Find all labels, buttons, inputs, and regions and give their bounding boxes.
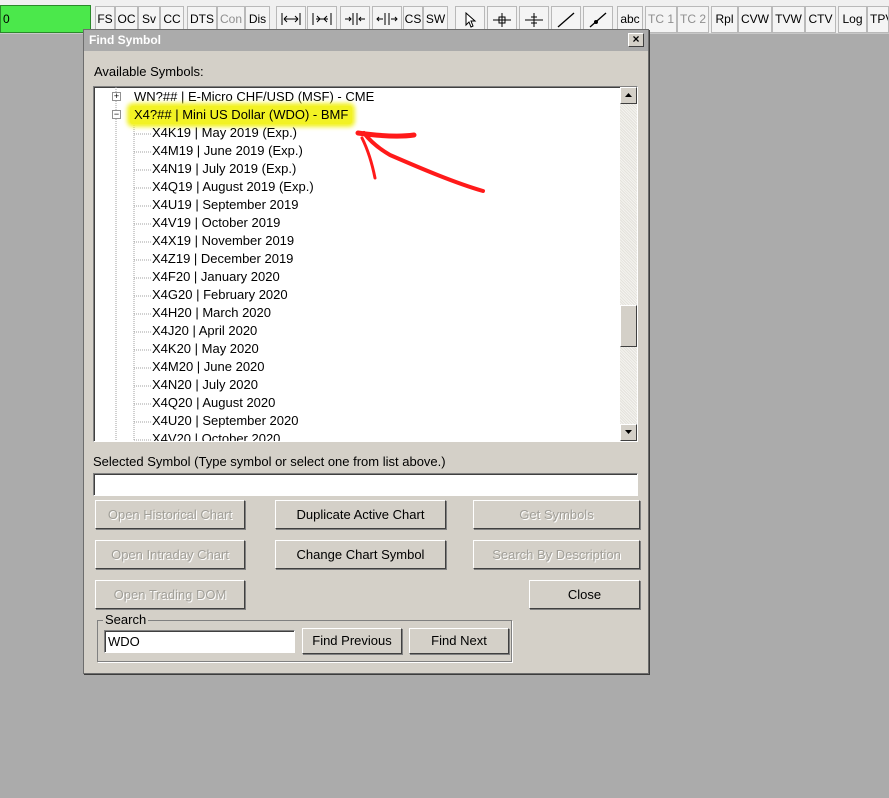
horizontal-expand-icon: [281, 13, 301, 25]
tree-symbol-item[interactable]: X4V20 | October 2020: [152, 430, 280, 441]
tree-symbol-item[interactable]: X4U20 | September 2020: [152, 412, 298, 430]
scroll-up-button[interactable]: [620, 87, 637, 104]
tree-symbol-item[interactable]: X4Q20 | August 2020: [152, 394, 275, 412]
tree-symbol-item[interactable]: X4G20 | February 2020: [152, 286, 288, 304]
open-intraday-chart-button[interactable]: Open Intraday Chart: [95, 540, 245, 569]
symbol-tree[interactable]: + WN?## | E-Micro CHF/USD (MSF) - CME − X4?…: [93, 86, 638, 442]
tvw-button[interactable]: TVW: [772, 6, 805, 33]
tree-group-item[interactable]: WN?## | E-Micro CHF/USD (MSF) - CME: [134, 88, 374, 106]
close-button[interactable]: Close: [529, 580, 640, 609]
rpl-button[interactable]: Rpl: [711, 6, 738, 33]
tc2-button[interactable]: TC 2: [677, 6, 709, 33]
tree-symbol-item[interactable]: X4F20 | January 2020: [152, 268, 280, 286]
available-symbols-label: Available Symbols:: [94, 64, 204, 79]
split-bars-icon: [376, 13, 398, 25]
tree-symbol-item[interactable]: X4K20 | May 2020: [152, 340, 259, 358]
crosshair-alt-icon: [525, 13, 543, 27]
open-trading-dom-button[interactable]: Open Trading DOM: [95, 580, 245, 609]
tree-symbol-item[interactable]: X4M19 | June 2019 (Exp.): [152, 142, 303, 160]
line-tool-icon: [557, 12, 575, 28]
search-group: Search WDO Find Previous Find Next: [97, 612, 512, 662]
tpv-button[interactable]: TPV: [867, 6, 889, 33]
tc1-button[interactable]: TC 1: [645, 6, 677, 33]
tree-symbol-item[interactable]: X4M20 | June 2020: [152, 358, 265, 376]
dialog-title-bar[interactable]: Find Symbol ×: [84, 30, 648, 51]
tree-symbol-item[interactable]: X4J20 | April 2020: [152, 322, 257, 340]
search-input[interactable]: WDO: [104, 630, 295, 653]
symbol-input-field[interactable]: 0: [0, 5, 91, 33]
ctv-button[interactable]: CTV: [805, 6, 836, 33]
selected-symbol-input[interactable]: [93, 473, 638, 496]
horizontal-compress-icon: [312, 13, 332, 25]
dialog-title: Find Symbol: [89, 33, 161, 47]
vertical-scrollbar[interactable]: [620, 87, 637, 441]
tree-expander-icon[interactable]: −: [112, 110, 121, 119]
tree-symbol-item[interactable]: X4U19 | September 2019: [152, 196, 298, 214]
tree-expander-icon[interactable]: +: [112, 92, 121, 101]
selected-symbol-label: Selected Symbol (Type symbol or select o…: [93, 454, 446, 469]
arrow-down-icon: [625, 430, 632, 434]
arrow-up-icon: [625, 93, 632, 97]
tree-symbol-item[interactable]: X4K19 | May 2019 (Exp.): [152, 124, 297, 142]
duplicate-active-chart-button[interactable]: Duplicate Active Chart: [275, 500, 446, 529]
left-right-bars-icon: [345, 13, 365, 25]
tree-symbol-item[interactable]: X4V19 | October 2019: [152, 214, 280, 232]
pointer-arrow-icon: [465, 12, 477, 28]
tree-symbol-item[interactable]: X4H20 | March 2020: [152, 304, 271, 322]
log-button[interactable]: Log: [838, 6, 867, 33]
tree-symbol-item[interactable]: X4X19 | November 2019: [152, 232, 294, 250]
find-previous-button[interactable]: Find Previous: [302, 628, 402, 654]
scroll-down-button[interactable]: [620, 424, 637, 441]
close-icon[interactable]: ×: [628, 33, 644, 47]
tree-symbol-item[interactable]: X4N19 | July 2019 (Exp.): [152, 160, 296, 178]
tree-symbol-item[interactable]: X4Z19 | December 2019: [152, 250, 293, 268]
crosshair-icon: [493, 13, 511, 27]
search-by-description-button[interactable]: Search By Description: [473, 540, 640, 569]
tree-symbol-item[interactable]: X4N20 | July 2020: [152, 376, 258, 394]
tree-group-item[interactable]: X4?## | Mini US Dollar (WDO) - BMF: [130, 106, 353, 124]
search-group-label: Search: [103, 612, 149, 627]
cvw-button[interactable]: CVW: [738, 6, 772, 33]
get-symbols-button[interactable]: Get Symbols: [473, 500, 640, 529]
open-historical-chart-button[interactable]: Open Historical Chart: [95, 500, 245, 529]
scrollbar-thumb[interactable]: [620, 305, 637, 347]
tree-symbol-item[interactable]: X4Q19 | August 2019 (Exp.): [152, 178, 314, 196]
ray-tool-icon: [589, 12, 607, 28]
find-symbol-dialog: Find Symbol × Available Symbols: + WN?## …: [83, 29, 649, 674]
change-chart-symbol-button[interactable]: Change Chart Symbol: [275, 540, 446, 569]
find-next-button[interactable]: Find Next: [409, 628, 509, 654]
